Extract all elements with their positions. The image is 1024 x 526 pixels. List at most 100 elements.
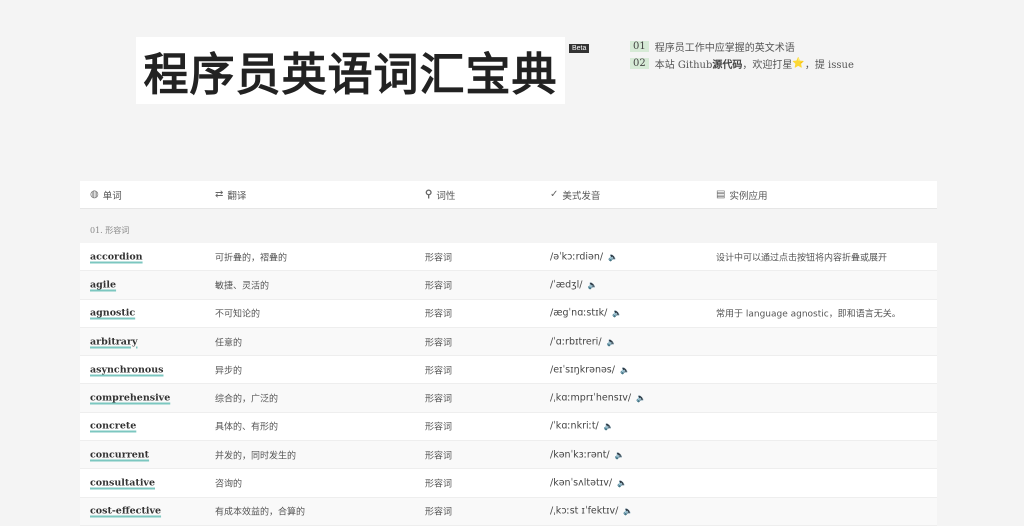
pronunciation: /ˈɑːrbɪtreri/	[550, 336, 602, 348]
note-number: 02	[630, 58, 649, 69]
group-label: 01. 形容词	[90, 226, 130, 235]
site-logo[interactable]: 程序员英语词汇宝典	[136, 37, 565, 104]
pronunciation: /ˈædʒl/	[550, 279, 583, 291]
example: 常用于 language agnostic，即和语言无关。	[716, 309, 901, 320]
translation: 不可知论的	[215, 309, 261, 320]
translation: 并发的，同时发生的	[215, 451, 297, 462]
part-of-speech: 形容词	[425, 338, 453, 349]
site-title: 程序员英语词汇宝典	[143, 48, 558, 101]
pronunciation: /ˌkɔːst ɪˈfektɪv/	[550, 505, 619, 517]
speaker-icon[interactable]: 🔈	[636, 394, 646, 403]
header-pronunciation: ✓ 美式发音	[550, 188, 600, 202]
word-link[interactable]: asynchronous	[90, 364, 163, 375]
table-row: agile 敏捷、灵活的 形容词 /ˈædʒl/ 🔈	[80, 271, 937, 300]
table-row: comprehensive 综合的，广泛的 形容词 /ˌkɑːmprɪˈhens…	[80, 384, 937, 413]
beta-badge: Beta	[569, 44, 590, 53]
speaker-icon[interactable]: 🔈	[615, 450, 625, 459]
pronunciation: /eɪˈsɪŋkrənəs/	[550, 364, 615, 376]
speaker-icon[interactable]: 🔈	[620, 365, 630, 374]
pronunciation: /ˈkɑːnkriːt/	[550, 420, 599, 432]
word-link[interactable]: agnostic	[90, 308, 135, 319]
pronunciation-cell: /ˈædʒl/ 🔈	[550, 279, 597, 290]
header-label: 翻译	[227, 190, 247, 202]
header-label: 实例应用	[729, 190, 768, 202]
issue-link[interactable]: ，提 issue	[805, 56, 854, 71]
note-text: ，欢迎打星	[742, 60, 793, 71]
translation: 咨询的	[215, 479, 243, 490]
star-icon: ⭐	[792, 58, 805, 69]
header-example: ▤ 实例应用	[716, 188, 767, 202]
header-translation: ⇄ 翻译	[215, 188, 246, 202]
part-of-speech: 形容词	[425, 451, 453, 462]
pronunciation-cell: /kənˈkɜːrənt/ 🔈	[550, 449, 625, 460]
part-of-speech: 形容词	[425, 309, 453, 320]
translation: 综合的，广泛的	[215, 394, 279, 405]
globe-icon: ◍	[90, 189, 99, 200]
book-icon: ▤	[716, 189, 726, 200]
table-row: concurrent 并发的，同时发生的 形容词 /kənˈkɜːrənt/ 🔈	[80, 441, 937, 470]
word-link[interactable]: consultative	[90, 478, 155, 489]
pronunciation: /kənˈsʌltətɪv/	[550, 477, 613, 489]
pronunciation-cell: /ˈkɑːnkriːt/ 🔈	[550, 421, 614, 432]
speaker-icon[interactable]: 🔈	[588, 280, 598, 289]
note-2: 02 本站 Github 源代码 ，欢迎打星 ⭐ ，提 issue	[630, 55, 854, 72]
table-row: consultative 咨询的 形容词 /kənˈsʌltətɪv/ 🔈	[80, 469, 937, 498]
pronunciation-cell: /kənˈsʌltətɪv/ 🔈	[550, 478, 627, 489]
pronunciation-cell: /ˈɑːrbɪtreri/ 🔈	[550, 336, 617, 347]
header-label: 单词	[102, 190, 122, 202]
table-row: arbitrary 任意的 形容词 /ˈɑːrbɪtreri/ 🔈	[80, 327, 937, 357]
part-of-speech: 形容词	[425, 281, 453, 292]
pronunciation-cell: /eɪˈsɪŋkrənəs/ 🔈	[550, 364, 630, 375]
word-link[interactable]: arbitrary	[90, 336, 138, 347]
header-pos: ⚲ 词性	[425, 188, 455, 202]
pronunciation-cell: /ægˈnɑːstɪk/ 🔈	[550, 308, 622, 319]
note-text: 本站 Github	[654, 60, 713, 71]
pronunciation-cell: /ˌkɑːmprɪˈhensɪv/ 🔈	[550, 393, 646, 404]
speaker-icon[interactable]: 🔈	[623, 507, 633, 516]
note-1: 01 程序员工作中应掌握的英文术语	[630, 38, 854, 55]
header-label: 词性	[436, 190, 456, 202]
translation: 具体的、有形的	[215, 422, 279, 433]
note-number: 01	[630, 41, 649, 52]
pronunciation: /ægˈnɑːstɪk/	[550, 307, 608, 319]
part-of-speech: 形容词	[425, 422, 453, 433]
table-row: agnostic 不可知论的 形容词 /ægˈnɑːstɪk/ 🔈 常用于 lan…	[80, 299, 937, 328]
translation: 异步的	[215, 366, 243, 377]
word-link[interactable]: cost-effective	[90, 506, 161, 517]
pronunciation: /kənˈkɜːrənt/	[550, 449, 610, 461]
part-of-speech: 形容词	[425, 507, 453, 518]
table-row: concrete 具体的、有形的 形容词 /ˈkɑːnkriːt/ 🔈	[80, 412, 937, 442]
example: 设计中可以通过点击按钮将内容折叠或展开	[716, 253, 888, 264]
vocabulary-table: ◍ 单词 ⇄ 翻译 ⚲ 词性 ✓ 美式发音 ▤ 实例应用 01. 形容词 accordio…	[80, 181, 937, 526]
speaker-icon[interactable]: 🔈	[604, 422, 614, 431]
table-header: ◍ 单词 ⇄ 翻译 ⚲ 词性 ✓ 美式发音 ▤ 实例应用	[80, 181, 937, 209]
header-word: ◍ 单词	[90, 188, 122, 202]
pronunciation: /əˈkɔːrdiən/	[550, 251, 604, 263]
word-link[interactable]: comprehensive	[90, 393, 170, 404]
translation: 敏捷、灵活的	[215, 281, 270, 292]
word-link[interactable]: concurrent	[90, 449, 149, 460]
translation: 任意的	[215, 338, 243, 349]
word-link[interactable]: accordion	[90, 251, 143, 262]
swap-icon: ⇄	[215, 189, 224, 200]
speaker-icon[interactable]: 🔈	[612, 309, 622, 318]
translation: 可折叠的，褶叠的	[215, 253, 288, 264]
speaker-icon[interactable]: 🔈	[608, 252, 618, 261]
intro-notes: 01 程序员工作中应掌握的英文术语 02 本站 Github 源代码 ，欢迎打星 ⭐ ，提…	[630, 38, 854, 72]
note-text: 程序员工作中应掌握的英文术语	[654, 43, 795, 54]
pronunciation-cell: /ˌkɔːst ɪˈfektɪv/ 🔈	[550, 506, 633, 517]
search-icon: ⚲	[425, 189, 433, 200]
table-row: asynchronous 异步的 形容词 /eɪˈsɪŋkrənəs/ 🔈	[80, 356, 937, 385]
table-body: accordion 可折叠的，褶叠的 形容词 /əˈkɔːrdiən/ 🔈 设计中…	[80, 243, 937, 526]
word-link[interactable]: concrete	[90, 421, 136, 432]
pronunciation: /ˌkɑːmprɪˈhensɪv/	[550, 392, 632, 404]
translation: 有成本效益的，合算的	[215, 507, 306, 518]
table-row: cost-effective 有成本效益的，合算的 形容词 /ˌkɔːst ɪˈ…	[80, 497, 937, 526]
table-row: accordion 可折叠的，褶叠的 形容词 /əˈkɔːrdiən/ 🔈 设计中…	[80, 243, 937, 272]
part-of-speech: 形容词	[425, 479, 453, 490]
source-code-link[interactable]: 源代码	[712, 56, 742, 71]
word-link[interactable]: agile	[90, 279, 116, 290]
speaker-icon[interactable]: 🔈	[617, 479, 627, 488]
part-of-speech: 形容词	[425, 394, 453, 405]
speaker-icon[interactable]: 🔈	[607, 337, 617, 346]
